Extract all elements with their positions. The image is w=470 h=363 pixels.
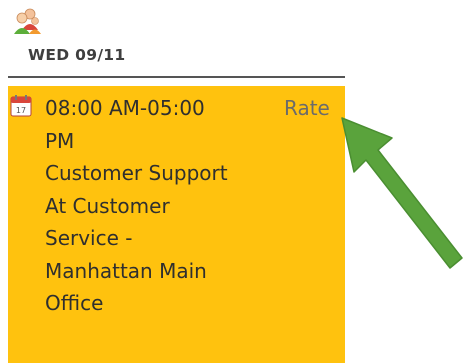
- shift-time-cont: PM: [45, 128, 75, 153]
- shift-location-line-3: Manhattan Main: [45, 258, 207, 283]
- shift-position: Customer Support: [45, 161, 228, 185]
- header-divider: [8, 76, 345, 78]
- calendar-icon: 17: [10, 95, 32, 117]
- shift-location-line-4: Office: [45, 291, 104, 315]
- users-icon: [12, 6, 42, 36]
- arrow-icon: [341, 117, 463, 269]
- shift-location-line-1: At Customer: [45, 193, 170, 218]
- day-header: WED 09/11: [28, 46, 126, 64]
- rate-link[interactable]: Rate: [284, 92, 330, 125]
- svg-text:17: 17: [16, 106, 26, 115]
- shift-location-line-2: Service -: [45, 226, 133, 250]
- shift-details[interactable]: 08:00 AM-05:00 PM Customer Support At Cu…: [45, 92, 330, 320]
